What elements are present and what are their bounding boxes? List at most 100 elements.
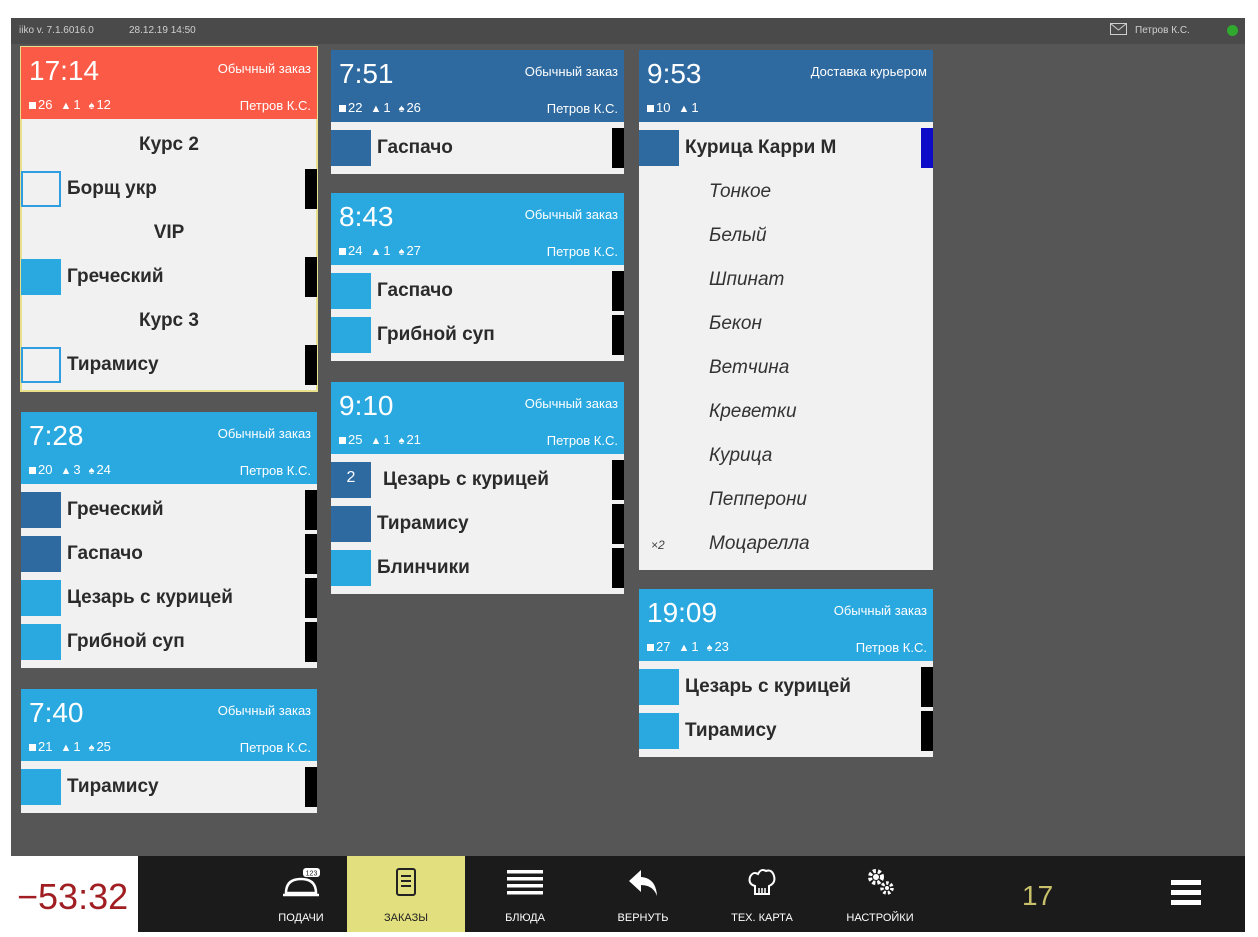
dish-status-box[interactable]	[21, 259, 61, 295]
order-number-icon: ♠	[88, 465, 95, 477]
order-items: Курица Карри М Тонкое Белый Шпинат Бекон Ветч…	[639, 122, 933, 570]
dish-status-box[interactable]	[21, 492, 61, 528]
dish-name: Тирамису	[377, 513, 469, 534]
dish-status-box[interactable]	[639, 669, 679, 705]
dish-row[interactable]: Гаспачо	[21, 532, 317, 576]
waiter-name: Петров К.С.	[546, 433, 618, 448]
order-type: Обычный заказ	[217, 426, 311, 441]
modifier-name: Пепперони	[709, 489, 807, 510]
dish-row[interactable]: Тирамису	[331, 502, 624, 546]
dish-status-box[interactable]	[331, 130, 371, 166]
dish-row[interactable]: Тирамису	[21, 765, 317, 809]
kitchen-timer: −53:32	[11, 856, 138, 932]
course-name: Курс 2	[139, 134, 199, 155]
order-number-icon: ♠	[398, 103, 405, 115]
course-name: Курс 3	[139, 310, 199, 331]
dish-status-box[interactable]	[639, 713, 679, 749]
guests-icon: ▲	[678, 103, 690, 115]
dish-progress-bar	[921, 128, 933, 168]
order-header[interactable]: 17:14 Обычный заказ 26 ▲ 1 ♠ 12 Петров К.С.	[21, 47, 317, 119]
order-type: Обычный заказ	[217, 61, 311, 76]
order-card[interactable]: 9:10 Обычный заказ 25 ▲ 1 ♠ 21 Петров К.С. 2 Цеза…	[331, 382, 624, 594]
dish-row[interactable]: 2 Цезарь с курицей	[331, 458, 624, 502]
dish-status-box[interactable]	[21, 580, 61, 616]
order-card[interactable]: 7:28 Обычный заказ 20 ▲ 3 ♠ 24 Петров К.С. Грече…	[21, 412, 317, 668]
order-items: Тирамису	[21, 761, 317, 813]
nav-button-cloche[interactable]: 123 ПОДАЧИ	[242, 856, 360, 932]
modifier-row: Шпинат	[639, 258, 933, 302]
nav-button-return-arrow[interactable]: ВЕРНУТЬ	[584, 856, 702, 932]
receipt-icon	[347, 866, 465, 900]
dish-status-box[interactable]	[21, 171, 61, 207]
dish-status-box[interactable]	[21, 769, 61, 805]
dish-name: Гаспачо	[67, 543, 143, 564]
course-name: VIP	[153, 222, 185, 243]
order-header[interactable]: 19:09 Обычный заказ 27 ▲ 1 ♠ 23 Петров К.С.	[639, 589, 933, 661]
order-card[interactable]: 19:09 Обычный заказ 27 ▲ 1 ♠ 23 Петров К.С. Цеза…	[639, 589, 933, 757]
dish-row[interactable]: Курица Карри М	[639, 126, 933, 170]
order-number: 24	[96, 462, 111, 477]
order-card[interactable]: 7:51 Обычный заказ 22 ▲ 1 ♠ 26 Петров К.С. Гаспа…	[331, 50, 624, 174]
order-type: Обычный заказ	[524, 64, 618, 79]
dish-row[interactable]: Грибной суп	[331, 313, 624, 357]
nav-button-label: НАСТРОЙКИ	[846, 912, 914, 924]
menu-icon[interactable]	[1171, 878, 1201, 908]
dish-status-box[interactable]: 2	[331, 462, 371, 498]
dish-row[interactable]: Борщ укр	[21, 167, 317, 211]
waiter-name: Петров К.С.	[855, 640, 927, 655]
dish-status-box[interactable]	[331, 273, 371, 309]
course-header: Курс 2	[21, 123, 317, 167]
mail-icon[interactable]	[1110, 23, 1127, 35]
order-info: 27 ▲ 1 ♠ 23	[647, 639, 729, 654]
dish-row[interactable]: Греческий	[21, 488, 317, 532]
dish-row[interactable]: Гаспачо	[331, 269, 624, 313]
dish-row[interactable]: Тирамису	[639, 709, 933, 753]
app-version: iiko v. 7.1.6016.0	[19, 25, 94, 36]
table-icon	[29, 467, 36, 474]
dish-quantity: 2	[346, 469, 356, 486]
dish-name: Грибной суп	[67, 631, 185, 652]
order-header[interactable]: 7:28 Обычный заказ 20 ▲ 3 ♠ 24 Петров К.С.	[21, 412, 317, 484]
dish-status-box[interactable]	[21, 347, 61, 383]
dish-status-box[interactable]	[331, 506, 371, 542]
order-type: Доставка курьером	[810, 64, 927, 79]
dish-row[interactable]: Греческий	[21, 255, 317, 299]
dish-row[interactable]: Тирамису	[21, 343, 317, 387]
nav-button-receipt[interactable]: ЗАКАЗЫ	[347, 856, 465, 932]
dish-row[interactable]: Цезарь с курицей	[21, 576, 317, 620]
table-icon	[647, 644, 654, 651]
nav-button-lines[interactable]: БЛЮДА	[466, 856, 584, 932]
order-time: 7:51	[339, 58, 394, 89]
modifier-row: Курица	[639, 434, 933, 478]
dish-row[interactable]: Цезарь с курицей	[639, 665, 933, 709]
dish-row[interactable]: Грибной суп	[21, 620, 317, 664]
dish-name: Цезарь с курицей	[685, 676, 851, 697]
dish-progress-bar	[305, 534, 317, 574]
nav-button-chef-hat[interactable]: ТЕХ. КАРТА	[703, 856, 821, 932]
order-number: 21	[406, 432, 421, 447]
order-header[interactable]: 8:43 Обычный заказ 24 ▲ 1 ♠ 27 Петров К.С.	[331, 193, 624, 265]
order-card[interactable]: 17:14 Обычный заказ 26 ▲ 1 ♠ 12 Петров К.С. Курс…	[20, 46, 318, 392]
order-card[interactable]: 9:53 Доставка курьером 10 ▲ 1 Курица Карри М Т…	[639, 50, 933, 570]
order-items: Греческий Гаспачо Цезарь с курицей Грибной …	[21, 484, 317, 668]
order-card[interactable]: 8:43 Обычный заказ 24 ▲ 1 ♠ 27 Петров К.С. Гаспа…	[331, 193, 624, 361]
nav-button-label: ВЕРНУТЬ	[617, 912, 669, 924]
dish-row[interactable]: Гаспачо	[331, 126, 624, 170]
order-header[interactable]: 9:10 Обычный заказ 25 ▲ 1 ♠ 21 Петров К.С.	[331, 382, 624, 454]
dish-row[interactable]: Блинчики	[331, 546, 624, 590]
order-info: 21 ▲ 1 ♠ 25	[29, 739, 111, 754]
dish-status-box[interactable]	[639, 130, 679, 166]
order-header[interactable]: 7:51 Обычный заказ 22 ▲ 1 ♠ 26 Петров К.С.	[331, 50, 624, 122]
dish-status-box[interactable]	[21, 624, 61, 660]
table-icon	[339, 437, 346, 444]
nav-button-gears[interactable]: НАСТРОЙКИ	[821, 856, 939, 932]
table-number: 24	[348, 243, 363, 258]
order-header[interactable]: 9:53 Доставка курьером 10 ▲ 1	[639, 50, 933, 122]
dish-status-box[interactable]	[331, 317, 371, 353]
nav-button-label: ТЕХ. КАРТА	[731, 912, 793, 924]
guests-count: 1	[383, 243, 391, 258]
order-card[interactable]: 7:40 Обычный заказ 21 ▲ 1 ♠ 25 Петров К.С. Тирам…	[21, 689, 317, 813]
dish-status-box[interactable]	[331, 550, 371, 586]
dish-status-box[interactable]	[21, 536, 61, 572]
order-header[interactable]: 7:40 Обычный заказ 21 ▲ 1 ♠ 25 Петров К.С.	[21, 689, 317, 761]
